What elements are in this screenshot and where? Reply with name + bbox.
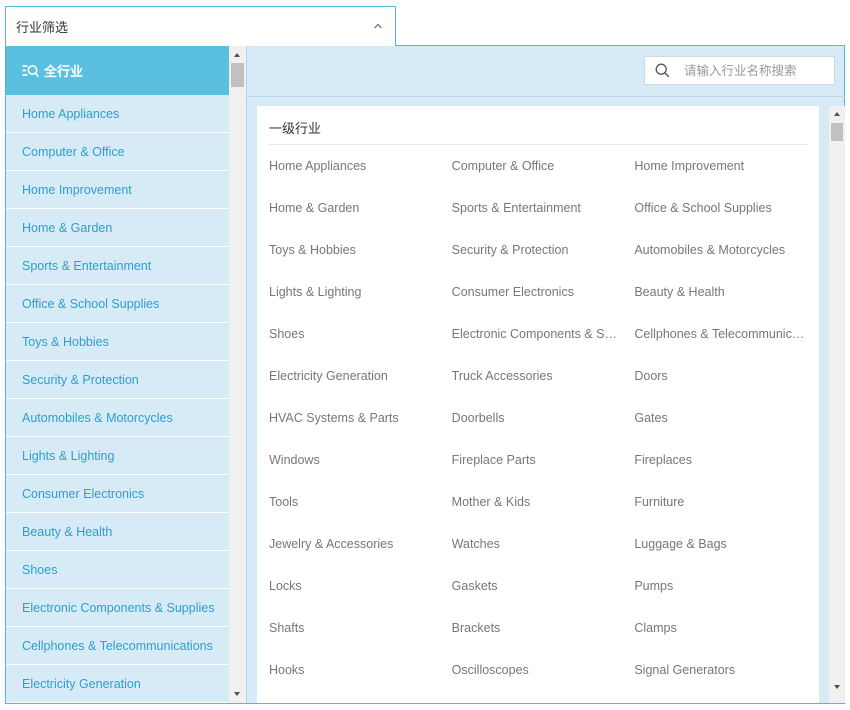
industry-item[interactable]: Home & Garden: [269, 198, 452, 240]
sidebar-scrollbar[interactable]: [229, 46, 246, 703]
industry-filter-select[interactable]: 行业筛选: [5, 6, 396, 46]
industry-content-area: 一级行业 Home AppliancesComputer & OfficeHom…: [246, 46, 845, 703]
industry-item[interactable]: Computer & Office: [452, 156, 635, 198]
sidebar-item[interactable]: Security & Protection: [6, 361, 229, 399]
divider: [247, 96, 845, 97]
industry-item[interactable]: Beauty & Health: [634, 282, 817, 324]
industry-search-input[interactable]: [684, 63, 824, 78]
industry-row: Toys & Hobbies Security & Protection Autom…: [269, 240, 817, 282]
industry-item[interactable]: Luggage & Bags: [634, 534, 817, 576]
sidebar-item[interactable]: Office & School Supplies: [6, 285, 229, 323]
industry-sidebar: 全行业 Home Appliances Computer & Office Home…: [6, 46, 246, 703]
industry-item[interactable]: HVAC Systems & Parts: [269, 408, 452, 450]
industry-item[interactable]: Locks: [269, 576, 452, 618]
industry-item[interactable]: Windows: [269, 450, 452, 492]
industry-item[interactable]: Fireplace Parts: [452, 450, 635, 492]
section-heading: 一级行业: [269, 122, 322, 137]
industry-item[interactable]: Tools: [269, 492, 452, 534]
divider: [269, 144, 807, 145]
industry-item[interactable]: Lights & Lighting: [269, 282, 452, 324]
industry-row: Tools Mother & Kids Furniture: [269, 492, 817, 534]
industry-row: Electricity Generation Truck Accessories D…: [269, 366, 817, 408]
industry-row: Hooks Oscilloscopes Signal Generators: [269, 660, 817, 702]
content-scrollbar[interactable]: [829, 106, 845, 703]
industry-item[interactable]: Home Improvement: [634, 156, 817, 198]
industry-row: Jewelry & Accessories Watches Luggage & Ba…: [269, 534, 817, 576]
sidebar-item[interactable]: Electricity Generation: [6, 665, 229, 703]
sidebar-item[interactable]: Beauty & Health: [6, 513, 229, 551]
industry-item[interactable]: Pumps: [634, 576, 817, 618]
industry-item[interactable]: Furniture: [634, 492, 817, 534]
industry-item[interactable]: Toys & Hobbies: [269, 240, 452, 282]
industry-item[interactable]: Clamps: [634, 618, 817, 660]
industry-row: Lights & Lighting Consumer Electronics Bea…: [269, 282, 817, 324]
sidebar-list: 全行业 Home Appliances Computer & Office Home…: [6, 46, 229, 703]
list-search-icon: [22, 64, 39, 77]
industry-item[interactable]: Automobiles & Motorcycles: [634, 240, 817, 282]
industry-item[interactable]: Oscilloscopes: [452, 660, 635, 702]
sidebar-item[interactable]: Toys & Hobbies: [6, 323, 229, 361]
industry-item[interactable]: Security & Protection: [452, 240, 635, 282]
sidebar-item[interactable]: Electronic Components & Supplies: [6, 589, 229, 627]
scroll-down-arrow-icon[interactable]: [834, 685, 840, 689]
industry-row: Home & Garden Sports & Entertainment Offic…: [269, 198, 817, 240]
industry-item[interactable]: Gates: [634, 408, 817, 450]
sidebar-item[interactable]: Sports & Entertainment: [6, 247, 229, 285]
sidebar-item[interactable]: Consumer Electronics: [6, 475, 229, 513]
industry-item[interactable]: Hooks: [269, 660, 452, 702]
industry-item[interactable]: Home Appliances: [269, 156, 452, 198]
industry-row: Shoes Electronic Components & Supplies Cel…: [269, 324, 817, 366]
sidebar-item[interactable]: Shoes: [6, 551, 229, 589]
chevron-up-icon[interactable]: [373, 21, 383, 31]
sidebar-item[interactable]: Home Appliances: [6, 95, 229, 133]
search-icon: [655, 63, 670, 78]
industry-item[interactable]: Consumer Electronics: [452, 282, 635, 324]
sidebar-item[interactable]: Home Improvement: [6, 171, 229, 209]
industry-item[interactable]: Brackets: [452, 618, 635, 660]
industry-item[interactable]: Doors: [634, 366, 817, 408]
industry-item[interactable]: Cellphones & Telecommunications: [634, 324, 817, 366]
scroll-thumb[interactable]: [231, 63, 244, 87]
scroll-up-arrow-icon[interactable]: [834, 112, 840, 116]
industry-item[interactable]: Mother & Kids: [452, 492, 635, 534]
scroll-up-arrow-icon[interactable]: [234, 53, 240, 57]
scroll-thumb[interactable]: [831, 123, 843, 141]
industry-item[interactable]: Fireplaces: [634, 450, 817, 492]
sidebar-item[interactable]: Automobiles & Motorcycles: [6, 399, 229, 437]
industry-dropdown-panel: 全行业 Home Appliances Computer & Office Home…: [5, 45, 845, 704]
industry-item[interactable]: Signal Generators: [634, 660, 817, 702]
industry-item[interactable]: Shafts: [269, 618, 452, 660]
industry-item[interactable]: Gaskets: [452, 576, 635, 618]
industry-row: HVAC Systems & Parts Doorbells Gates: [269, 408, 817, 450]
industry-filter-label: 行业筛选: [16, 21, 69, 36]
industry-item[interactable]: Office & School Supplies: [634, 198, 817, 240]
industry-search-box[interactable]: [644, 56, 835, 85]
sidebar-item[interactable]: Lights & Lighting: [6, 437, 229, 475]
sidebar-all-label: 全行业: [44, 65, 84, 80]
industry-row: Shafts Brackets Clamps: [269, 618, 817, 660]
industry-item[interactable]: Jewelry & Accessories: [269, 534, 452, 576]
industry-item[interactable]: Truck Accessories: [452, 366, 635, 408]
industry-item[interactable]: Sports & Entertainment: [452, 198, 635, 240]
industry-row: Locks Gaskets Pumps: [269, 576, 817, 618]
industry-item[interactable]: Electricity Generation: [269, 366, 452, 408]
industry-row: Home Appliances Computer & Office Home Imp…: [269, 156, 817, 198]
industry-row: Windows Fireplace Parts Fireplaces: [269, 450, 817, 492]
industry-item[interactable]: Doorbells: [452, 408, 635, 450]
industry-list-panel: 一级行业 Home Appliances Computer & Office Hom…: [257, 106, 819, 703]
sidebar-item[interactable]: Home & Garden: [6, 209, 229, 247]
sidebar-item[interactable]: Computer & Office: [6, 133, 229, 171]
sidebar-item[interactable]: Cellphones & Telecommunications: [6, 627, 229, 665]
industry-item[interactable]: Watches: [452, 534, 635, 576]
scroll-down-arrow-icon[interactable]: [234, 692, 240, 696]
sidebar-item-all[interactable]: 全行业: [6, 46, 229, 95]
industry-grid: Home Appliances Computer & Office Home Imp…: [269, 156, 817, 702]
industry-item[interactable]: Shoes: [269, 324, 452, 366]
industry-item[interactable]: Electronic Components & Supplies: [452, 324, 635, 366]
